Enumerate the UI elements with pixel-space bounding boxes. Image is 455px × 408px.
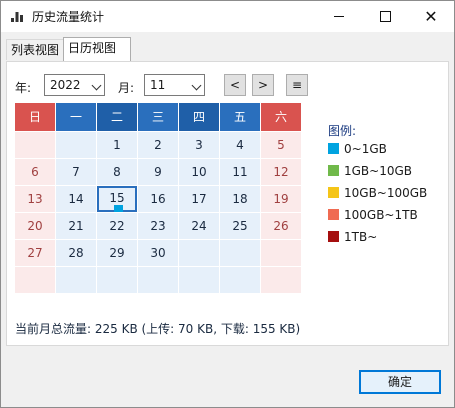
maximize-icon <box>379 11 391 22</box>
weekday-header: 三 <box>138 103 178 131</box>
day-cell[interactable]: 30 <box>138 240 178 266</box>
day-cell[interactable]: 6 <box>15 159 55 185</box>
day-cell[interactable]: 22 <box>97 213 137 239</box>
legend-label: 1TB~ <box>344 230 378 244</box>
legend-label: 10GB~100GB <box>344 186 428 200</box>
day-cell[interactable]: 28 <box>56 240 96 266</box>
day-cell[interactable]: 20 <box>15 213 55 239</box>
day-cell[interactable]: 19 <box>261 186 301 212</box>
usage-indicator <box>114 205 123 212</box>
year-label: 年: <box>15 81 32 95</box>
day-cell[interactable] <box>138 267 178 293</box>
day-cell[interactable]: 4 <box>220 132 260 158</box>
day-cell[interactable]: 5 <box>261 132 301 158</box>
day-cell[interactable]: 29 <box>97 240 137 266</box>
tab-list-view[interactable]: 列表视图 <box>6 39 70 60</box>
day-cell[interactable] <box>179 267 219 293</box>
legend-label: 1GB~10GB <box>344 164 413 178</box>
month-value: 11 <box>150 78 166 92</box>
legend-title: 图例: <box>328 124 357 138</box>
menu-button[interactable]: ≡ <box>286 74 308 96</box>
day-cell[interactable]: 10 <box>179 159 219 185</box>
close-icon: ✕ <box>424 6 438 26</box>
minimize-button[interactable] <box>316 1 362 32</box>
weekday-header: 二 <box>97 103 137 131</box>
day-cell[interactable]: 24 <box>179 213 219 239</box>
prev-month-button[interactable]: < <box>224 74 246 96</box>
weekday-header: 六 <box>261 103 301 131</box>
year-value: 2022 <box>50 78 81 92</box>
day-cell[interactable] <box>15 267 55 293</box>
day-cell[interactable] <box>15 132 55 158</box>
day-cell-today[interactable]: 15 <box>97 186 137 212</box>
day-cell[interactable] <box>261 267 301 293</box>
legend-swatch <box>328 143 339 154</box>
minimize-icon <box>334 16 344 17</box>
month-select[interactable]: 11 <box>144 74 205 96</box>
history-traffic-window: 历史流量统计 ✕ 列表视图 日历视图 年: 2022 月: 11 < > ≡ 日… <box>0 0 455 408</box>
day-cell[interactable]: 2 <box>138 132 178 158</box>
year-select[interactable]: 2022 <box>44 74 105 96</box>
legend-swatch <box>328 165 339 176</box>
day-cell[interactable]: 11 <box>220 159 260 185</box>
bar-chart-icon <box>11 12 23 22</box>
tab-calendar-view[interactable]: 日历视图 <box>63 37 131 61</box>
chevron-down-icon <box>91 80 102 91</box>
day-cell[interactable]: 3 <box>179 132 219 158</box>
day-cell[interactable]: 21 <box>56 213 96 239</box>
legend-label: 0~1GB <box>344 142 387 156</box>
day-cell[interactable] <box>220 267 260 293</box>
chevron-down-icon <box>191 80 202 91</box>
day-cell[interactable]: 9 <box>138 159 178 185</box>
month-label: 月: <box>118 81 135 95</box>
day-cell[interactable]: 12 <box>261 159 301 185</box>
day-cell[interactable]: 17 <box>179 186 219 212</box>
day-cell[interactable] <box>56 132 96 158</box>
day-cell[interactable] <box>261 240 301 266</box>
day-cell[interactable]: 25 <box>220 213 260 239</box>
legend-swatch <box>328 187 339 198</box>
weekday-header: 一 <box>56 103 96 131</box>
maximize-button[interactable] <box>362 1 408 32</box>
day-cell[interactable]: 18 <box>220 186 260 212</box>
day-cell[interactable] <box>220 240 260 266</box>
day-cell[interactable]: 27 <box>15 240 55 266</box>
window-title: 历史流量统计 <box>32 10 105 24</box>
day-cell[interactable]: 1 <box>97 132 137 158</box>
day-cell[interactable] <box>56 267 96 293</box>
day-cell[interactable]: 7 <box>56 159 96 185</box>
weekday-header: 五 <box>220 103 260 131</box>
day-cell[interactable]: 16 <box>138 186 178 212</box>
title-bar[interactable]: 历史流量统计 ✕ <box>1 1 454 32</box>
monthly-traffic-summary: 当前月总流量: 225 KB (上传: 70 KB, 下载: 155 KB) <box>15 322 301 336</box>
day-cell[interactable] <box>97 267 137 293</box>
day-cell[interactable]: 14 <box>56 186 96 212</box>
weekday-header: 日 <box>15 103 55 131</box>
day-cell[interactable]: 13 <box>15 186 55 212</box>
legend-label: 100GB~1TB <box>344 208 418 222</box>
legend-swatch <box>328 209 339 220</box>
day-cell[interactable] <box>179 240 219 266</box>
day-cell[interactable]: 26 <box>261 213 301 239</box>
legend-swatch <box>328 231 339 242</box>
ok-button[interactable]: 确定 <box>359 370 441 394</box>
day-cell[interactable]: 8 <box>97 159 137 185</box>
day-cell[interactable]: 23 <box>138 213 178 239</box>
today-date: 15 <box>109 191 125 205</box>
close-button[interactable]: ✕ <box>408 1 454 32</box>
weekday-header: 四 <box>179 103 219 131</box>
next-month-button[interactable]: > <box>252 74 274 96</box>
calendar-grid: 日 一 二 三 四 五 六 1 2 3 4 5 6 7 8 9 10 11 12… <box>15 103 301 293</box>
